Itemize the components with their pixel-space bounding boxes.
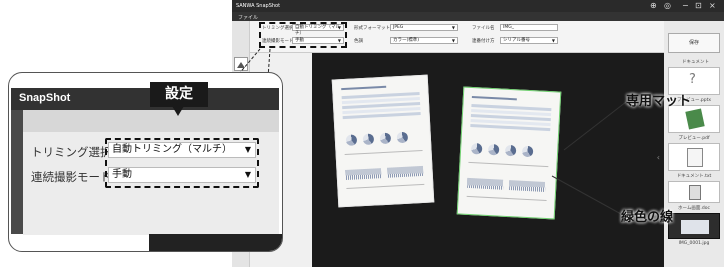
title-bar: SANWA SnapShot ⊕ ◎ − ⊡ × [232, 0, 724, 12]
color-label: 色調 [354, 39, 363, 44]
doc-pie-chart [396, 131, 409, 144]
green-line-label: 緑色の線 [621, 210, 674, 225]
help-icon: ? [689, 72, 696, 87]
mat-label: 専用マット [626, 94, 692, 109]
color-select-value: カラー(標準) [393, 38, 420, 43]
file-format-select[interactable]: JPEG ▼ [390, 24, 458, 31]
doc-pie-chart [362, 133, 375, 146]
menu-file[interactable]: ファイル [238, 14, 258, 21]
menu-bar: ファイル [232, 12, 724, 21]
save-order-value: シリアル番号 [503, 38, 530, 43]
document-left[interactable] [331, 74, 435, 208]
zoom-callout: SnapShot トリミング選択 自動トリミング（マルチ） ▼ 連続撮影モード 手… [8, 72, 283, 252]
doc-text-line [346, 183, 425, 189]
document-icon [685, 108, 705, 130]
gallery-caption: IMG_0001.jpg [678, 241, 710, 246]
doc-bar-chart [387, 165, 424, 178]
zoom-trimming-label: トリミング選択 [31, 145, 112, 159]
gallery-caption: ドキュメント.txt [676, 174, 712, 179]
settings-highlight [259, 22, 347, 48]
zoom-toolbar-strip [11, 110, 279, 132]
gallery-thumbnail[interactable] [668, 181, 720, 203]
save-order-label: 連番付け方 [472, 39, 495, 44]
doc-text-line [344, 149, 423, 156]
image-icon[interactable] [234, 57, 248, 71]
settings-badge: 設定 [150, 82, 208, 107]
document-right[interactable] [456, 86, 562, 220]
file-name-input[interactable]: IMG_ [500, 24, 558, 31]
gallery-thumbnail[interactable] [668, 143, 720, 171]
file-format-value: JPEG [393, 25, 404, 30]
zoom-continuous-label: 連続撮影モード [31, 170, 112, 184]
document-icon [687, 148, 703, 167]
doc-heading [341, 85, 387, 91]
save-order-select[interactable]: シリアル番号 ▼ [500, 37, 558, 44]
close-button[interactable]: × [709, 1, 716, 11]
zoom-title-bar: SnapShot [11, 88, 279, 110]
zoom-left-strip [11, 110, 23, 234]
save-button[interactable]: 保存 [668, 33, 720, 53]
camera-icon[interactable]: ⊕ [650, 1, 657, 11]
gallery-thumbnail-selected[interactable] [668, 213, 720, 239]
right-panel: 保存 ドキュメント ? プレビュー.pptx プレビュー.pdf ドキュメント.… [664, 21, 724, 267]
chevron-down-icon: ▼ [451, 38, 455, 43]
gallery-caption: ホーム画面.doc [678, 206, 710, 211]
zoom-canvas-corner [149, 234, 282, 251]
zoom-app-title: SnapShot [19, 92, 71, 104]
chevron-down-icon: ▼ [451, 25, 455, 30]
doc-bar-chart [345, 168, 382, 180]
gallery-thumbnail[interactable] [668, 105, 720, 133]
settings-icon[interactable]: ◎ [664, 1, 671, 11]
settings-bar: トリミング選択 自動トリミング（マルチ） ▼ 連続撮影モード 手動 ▼ 形式フォーマ… [250, 21, 670, 53]
doc-pie-chart [521, 145, 534, 158]
doc-pie-chart [345, 134, 358, 146]
doc-pie-chart [379, 132, 392, 145]
doc-pie-chart [487, 143, 500, 156]
file-name-value: IMG_ [503, 25, 514, 30]
image-icon [681, 220, 709, 234]
doc-heading [471, 95, 517, 101]
doc-text-line [468, 161, 549, 168]
doc-bar-chart [467, 177, 504, 190]
badge-pointer [172, 106, 184, 116]
gallery-caption: プレビュー.pdf [678, 136, 710, 141]
zoom-settings-highlight [105, 138, 259, 188]
document-icon [689, 185, 701, 200]
minimize-button[interactable]: − [682, 1, 689, 11]
doc-text-line [466, 195, 547, 202]
app-title: SANWA SnapShot [236, 3, 281, 9]
file-format-label: 形式フォーマット [354, 26, 390, 31]
maximize-button[interactable]: ⊡ [695, 1, 702, 11]
app-window: SANWA SnapShot ⊕ ◎ − ⊡ × ファイル ↺ ↻ トリミング選… [232, 0, 724, 267]
doc-pie-chart [504, 144, 517, 157]
gallery-header: ドキュメント [682, 60, 709, 65]
doc-pie-chart [470, 143, 483, 155]
color-select[interactable]: カラー(標準) ▼ [390, 37, 458, 44]
preview-canvas[interactable]: ‹ [312, 53, 664, 267]
doc-bar-chart [509, 180, 546, 192]
collapse-panel-icon[interactable]: ‹ [657, 153, 660, 162]
chevron-down-icon: ▼ [551, 38, 555, 43]
file-name-label: ファイル名 [472, 26, 495, 31]
